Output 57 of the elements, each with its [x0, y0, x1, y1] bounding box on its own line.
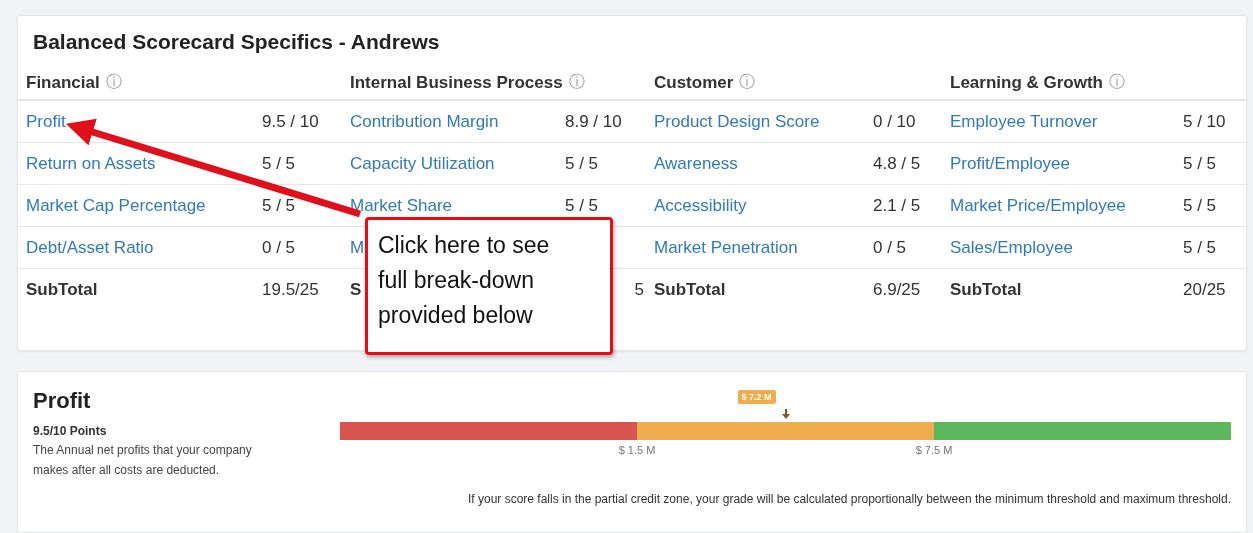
metric-score: 5 / 10	[1183, 111, 1226, 132]
subtotal-label: SubTotal	[26, 279, 98, 300]
threshold-label: $ 1.5 M	[618, 444, 656, 456]
subtotal-value: 5	[634, 279, 645, 300]
metric-link[interactable]: Debt/Asset Ratio	[26, 237, 154, 258]
metric-link[interactable]: Profit	[26, 111, 66, 132]
metric-link[interactable]: Capacity Utilization	[350, 153, 495, 174]
metric-score: 0 / 5	[873, 237, 907, 258]
metric-score: 5 / 5	[1183, 237, 1217, 258]
metric-link[interactable]: Employee Turnover	[950, 111, 1098, 132]
metric-link[interactable]: Product Design Score	[654, 111, 820, 132]
subtotal-label: S	[350, 279, 362, 300]
metric-link[interactable]: Market Cap Percentage	[26, 195, 206, 216]
category-heading: Internal Business Process	[350, 72, 563, 93]
metric-link[interactable]: Accessibility	[654, 195, 747, 216]
metric-score: 5 / 5	[565, 195, 599, 216]
callout-text: Click here to see full break-down provided below	[365, 217, 613, 355]
info-icon[interactable]: ⓘ	[739, 72, 756, 93]
metric-score: 5 / 5	[262, 153, 296, 174]
metric-score: 4.8 / 5	[873, 153, 921, 174]
metric-link[interactable]: Awareness	[654, 153, 738, 174]
metric-link[interactable]: Return on Assets	[26, 153, 156, 174]
subtotal-value: 19.5/25	[262, 279, 319, 300]
metric-score: 8.9 / 10	[565, 111, 622, 132]
metric-score: 5 / 5	[1183, 195, 1217, 216]
metric-link[interactable]: M	[350, 237, 365, 258]
metric-link[interactable]: Profit/Employee	[950, 153, 1070, 174]
points-text: 9.5/10 Points	[33, 424, 108, 438]
info-icon[interactable]: ⓘ	[1109, 72, 1125, 93]
category-heading: Customer	[654, 72, 734, 93]
metric-score: 5 / 5	[565, 153, 599, 174]
metric-link[interactable]: Market Share	[350, 195, 453, 216]
metric-score: 0 / 5	[262, 237, 296, 258]
subtotal-value: 20/25	[1183, 279, 1226, 300]
metric-score: 5 / 5	[262, 195, 296, 216]
metric-score: 5 / 5	[1183, 153, 1217, 174]
metric-link[interactable]: Market Penetration	[654, 237, 798, 258]
metric-link[interactable]: Contribution Margin	[350, 111, 499, 132]
metric-link[interactable]: Sales/Employee	[950, 237, 1073, 258]
category-heading: Learning & Growth	[950, 72, 1103, 93]
threshold-label: $ 7.5 M	[915, 444, 953, 456]
metric-score: 2.1 / 5	[873, 195, 921, 216]
panel-title: Balanced Scorecard Specifics - Andrews	[32, 29, 441, 55]
subtotal-value: 6.9/25	[873, 279, 921, 300]
metric-score: 9.5 / 10	[262, 111, 319, 132]
down-arrow-icon	[780, 409, 791, 419]
metric-score: 0 / 10	[873, 111, 916, 132]
subtotal-label: SubTotal	[950, 279, 1022, 300]
info-icon[interactable]: ⓘ	[568, 72, 585, 93]
metric-link[interactable]: Market Price/Employee	[950, 195, 1126, 216]
subtotal-label: SubTotal	[654, 279, 726, 300]
category-heading: Financial	[26, 72, 100, 93]
note-text: If your score falls in the partial credit zone, your grade will be calculated proportionally between the minimum threshold and maximum threshold.	[466, 492, 1231, 506]
value-badge: $ 7.2 M	[737, 390, 776, 404]
description-text: The Annual net profits that your company makes after all costs are deducted.	[33, 442, 253, 479]
info-icon[interactable]: ⓘ	[105, 72, 122, 93]
detail-title: Profit	[33, 388, 92, 414]
